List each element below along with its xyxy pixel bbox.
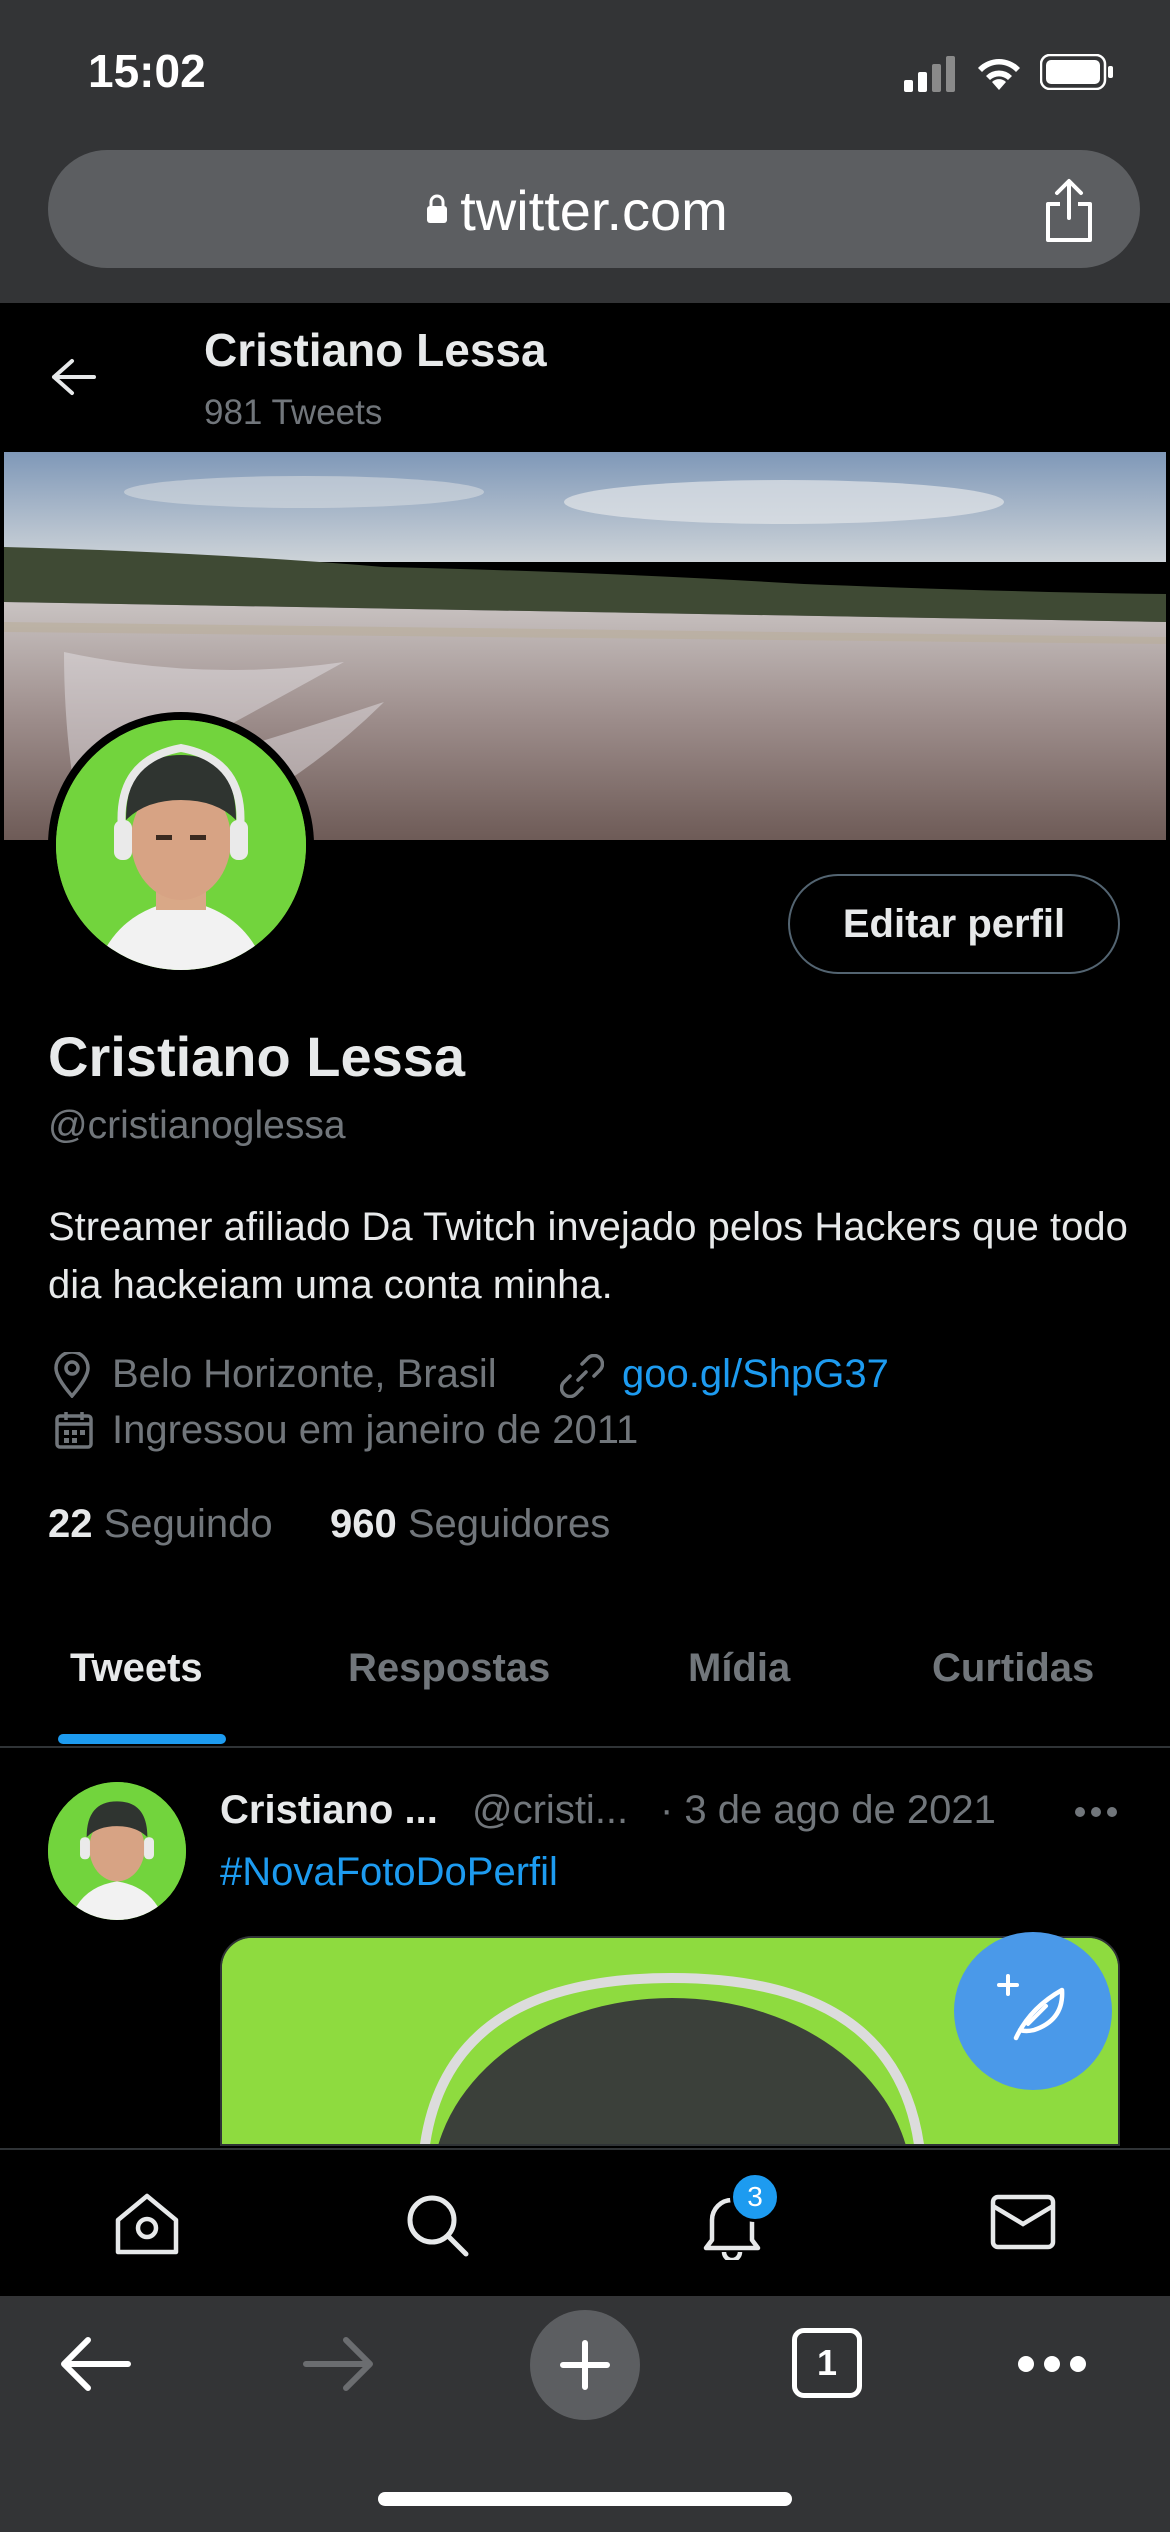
browser-forward-icon[interactable] (302, 2336, 376, 2392)
edit-profile-button[interactable]: Editar perfil (788, 874, 1120, 974)
browser-back-icon[interactable] (58, 2336, 132, 2392)
address-bar[interactable]: twitter.com (48, 150, 1140, 268)
browser-address-area: twitter.com (0, 150, 1170, 303)
compose-tweet-button[interactable] (954, 1932, 1112, 2090)
tab-replies[interactable]: Respostas (348, 1646, 550, 1691)
back-arrow-icon[interactable] (50, 357, 96, 397)
more-menu-icon[interactable] (1016, 2354, 1088, 2374)
tweet-hashtag[interactable]: #NovaFotoDoPerfil (220, 1850, 558, 1895)
messages-envelope-icon[interactable] (990, 2194, 1056, 2250)
more-options-icon[interactable] (1074, 1806, 1118, 1818)
url-text: twitter.com (460, 179, 728, 242)
tabs-button[interactable]: 1 (792, 2328, 862, 2398)
avatar-photo (56, 720, 306, 970)
profile-display-name: Cristiano Lessa (48, 1025, 466, 1088)
tab-media[interactable]: Mídia (688, 1646, 790, 1691)
link-icon (560, 1354, 604, 1398)
profile-bio: Streamer afiliado Da Twitch invejado pel… (48, 1205, 1128, 1307)
share-icon[interactable] (1040, 178, 1098, 244)
notification-badge: 3 (730, 2172, 780, 2222)
calendar-icon (55, 1412, 93, 1449)
wifi-icon (978, 59, 1020, 90)
location-pin-icon (54, 1352, 90, 1398)
tweet-author-handle[interactable]: @cristi... (472, 1788, 628, 1833)
profile-website-link[interactable]: goo.gl/ShpG37 (622, 1352, 889, 1397)
profile-joined-date: Ingressou em janeiro de 2011 (112, 1408, 639, 1452)
profile-top-bar: Cristiano Lessa 981 Tweets (0, 303, 1170, 451)
twitter-bottom-nav: 3 (0, 2148, 1170, 2296)
signal-icon (904, 56, 955, 92)
following-stat[interactable]: 22 Seguindo (48, 1502, 273, 1547)
home-icon[interactable] (112, 2192, 182, 2256)
profile-handle: @cristianoglessa (48, 1104, 346, 1147)
compose-feather-icon (997, 1974, 1065, 2041)
status-bar: 15:02 (0, 0, 1170, 150)
profile-location: Belo Horizonte, Brasil (112, 1352, 497, 1396)
tweet-date[interactable]: · 3 de ago de 2021 (660, 1788, 996, 1833)
tab-tweets[interactable]: Tweets (70, 1646, 203, 1691)
followers-count: 960 (330, 1502, 397, 1546)
active-tab-indicator (58, 1734, 226, 1744)
header-tweet-count: 981 Tweets (204, 393, 383, 432)
followers-label: Seguidores (407, 1502, 611, 1546)
new-tab-button[interactable] (530, 2310, 640, 2420)
header-profile-name: Cristiano Lessa (204, 324, 547, 376)
followers-stat[interactable]: 960 Seguidores (330, 1502, 610, 1547)
tab-likes[interactable]: Curtidas (932, 1646, 1094, 1691)
tweet-author-avatar[interactable] (48, 1782, 186, 1920)
search-icon[interactable] (404, 2192, 470, 2258)
battery-icon (1040, 54, 1113, 90)
plus-icon (560, 2340, 610, 2390)
tweet-author-name[interactable]: Cristiano ... (220, 1788, 438, 1833)
status-time: 15:02 (88, 45, 206, 97)
following-count: 22 (48, 1502, 93, 1546)
following-label: Seguindo (103, 1502, 273, 1546)
tabs-divider (0, 1746, 1170, 1748)
home-indicator (378, 2492, 792, 2506)
profile-avatar[interactable] (48, 712, 314, 978)
